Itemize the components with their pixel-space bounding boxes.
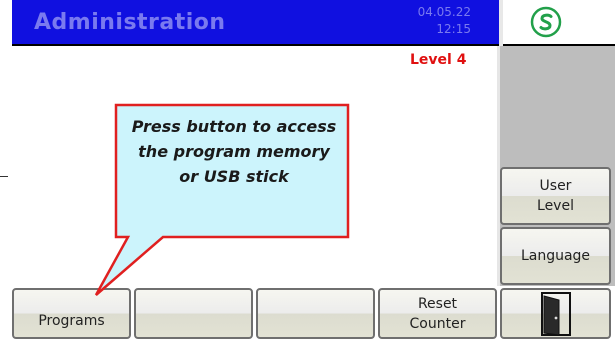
brand-s-icon [530, 6, 562, 38]
time-display: 12:15 [436, 22, 471, 36]
user-level-button[interactable]: User Level [500, 167, 611, 225]
programs-label: Programs [38, 312, 105, 329]
reset-counter-line2: Counter [409, 315, 466, 332]
programs-button[interactable]: Programs [12, 288, 131, 339]
logo-area [503, 0, 615, 46]
user-level-indicator: Level 4 [410, 52, 467, 68]
admin-screen: Administration 04.05.22 12:15 Level 4 Us… [0, 0, 615, 339]
door-exit-icon [540, 291, 571, 336]
callout-text: Press button to access the program memor… [123, 114, 345, 189]
user-level-label-line1: User [539, 178, 572, 194]
language-button[interactable]: Language [500, 227, 611, 285]
page-title: Administration [34, 10, 226, 35]
exit-button[interactable] [500, 288, 611, 339]
softkey-empty-2[interactable] [256, 288, 375, 339]
callout-line-3: or USB stick [179, 167, 289, 186]
datetime-display: 04.05.22 12:15 [361, 4, 471, 38]
language-label: Language [520, 248, 591, 264]
callout-line-1: Press button to access [131, 117, 337, 136]
reset-counter-button[interactable]: Reset Counter [378, 288, 497, 339]
title-bar: Administration 04.05.22 12:15 [12, 0, 499, 46]
edge-tick [0, 176, 8, 177]
softkey-empty-1[interactable] [134, 288, 253, 339]
user-level-label-line2: Level [537, 198, 574, 214]
callout-line-2: the program memory [138, 142, 330, 161]
reset-counter-line1: Reset [417, 295, 458, 312]
date-display: 04.05.22 [417, 5, 471, 19]
